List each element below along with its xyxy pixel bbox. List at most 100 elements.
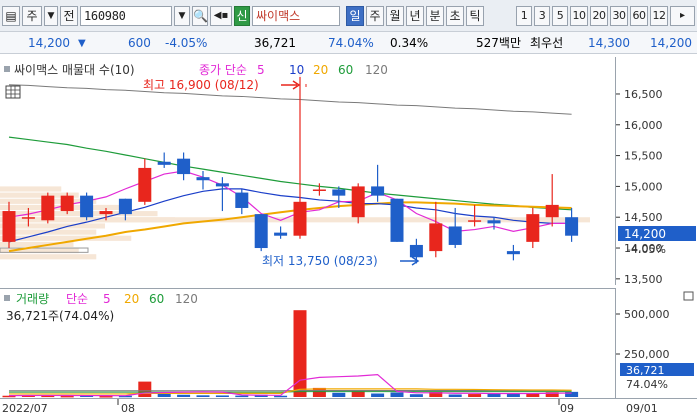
price-tick-label: 13,500: [624, 273, 663, 285]
trade-volume: 36,721: [254, 36, 296, 50]
volume-profile-bar: [0, 223, 105, 229]
candle-down: [235, 192, 249, 208]
chart-toolbar: ▤ 주 ▼ 전 160980 ▼ 🔍 ◀▪ 신 싸이맥스 일 주 월 년 분 초…: [0, 0, 697, 32]
high-price-annotation: 최고 16,900 (08/12): [143, 78, 259, 92]
interval-3-button[interactable]: 3: [534, 6, 550, 26]
current-volume-tag-label: 36,721: [626, 364, 665, 377]
volume-legend: 거래량 단순 5 20 60 120 36,721주(74.04%): [4, 292, 198, 323]
volume-legend-ma60: 60: [149, 292, 164, 306]
current-change-tag-label: -4.05%: [627, 243, 666, 256]
low-price-annotation: 최저 13,750 (08/23): [262, 254, 378, 268]
legend-ma20: 20: [313, 63, 328, 77]
volume-legend-ma-label: 단순: [66, 292, 88, 306]
chart-type-icon[interactable]: ▤: [2, 6, 20, 26]
credit-badge: 신: [234, 6, 250, 26]
candle-down: [80, 195, 94, 218]
candle-down: [196, 177, 210, 181]
volume-bar: [138, 381, 152, 397]
volume-bar: [235, 395, 249, 398]
turnover-ratio: 0.34%: [390, 36, 429, 50]
volume-chart[interactable]: 거래량 단순 5 20 60 120 36,721주(74.04%): [0, 289, 616, 398]
volume-chart-pane[interactable]: 거래량 단순 5 20 60 120 36,721주(74.04%): [0, 288, 616, 398]
more-intervals-icon[interactable]: ▸: [670, 6, 695, 26]
candle-up: [429, 223, 443, 252]
volume-profile-bar: [0, 254, 97, 260]
candle-down: [506, 251, 520, 255]
volume-legend-collapse-icon[interactable]: [4, 295, 10, 301]
volume-axis: 500,000 250,000 36,721 74.04%: [616, 288, 697, 398]
candle-down: [118, 198, 132, 215]
legend-ma10: 10: [289, 63, 304, 77]
price-tick-label: 15,000: [624, 180, 663, 193]
candle-up: [351, 186, 365, 218]
ma120-line: [8, 84, 572, 115]
price-tick-label: 15,500: [624, 150, 663, 163]
volume-bar: [274, 395, 288, 398]
interval-120-button[interactable]: 12: [650, 6, 668, 26]
time-label-2022-07: 2022/07: [2, 402, 48, 415]
price-axis: 16,500 16,000 15,500 15,000 14,500 14,000 13,5…: [616, 57, 697, 285]
interval-1-button[interactable]: 1: [516, 6, 532, 26]
candle-up: [545, 204, 559, 218]
quote-info-bar: 14,200 ▼ 600 -4.05% 36,721 74.04% 0.34% …: [0, 32, 697, 54]
stock-name-field: 싸이맥스: [252, 6, 340, 26]
candle-down: [409, 244, 423, 258]
market-selector[interactable]: 주: [22, 6, 42, 26]
volume-legend-ma20: 20: [124, 292, 139, 306]
candle-up: [2, 211, 16, 242]
candle-down: [254, 214, 268, 249]
volume-tick-500000: 500,000: [624, 308, 670, 321]
time-label-09-01: 09/01: [626, 402, 658, 415]
candle-up: [41, 195, 55, 221]
candle-up: [99, 211, 113, 215]
period-monthly-button[interactable]: 월: [386, 6, 404, 26]
period-tick-button[interactable]: 틱: [466, 6, 484, 26]
interval-20-button[interactable]: 20: [590, 6, 608, 26]
time-label-08: 08: [121, 402, 135, 415]
legend-ma5: 5: [257, 63, 265, 77]
candle-up: [138, 167, 152, 202]
period-minute-button[interactable]: 분: [426, 6, 444, 26]
price-legend: 싸이맥스 매물대 수(10) 종가 단순 5 10 20 60 120: [2, 61, 602, 99]
market-dropdown-icon[interactable]: ▼: [44, 6, 58, 26]
current-volume-text: 36,721주(74.04%): [6, 309, 114, 323]
low-arrow-icon: [400, 256, 420, 266]
candle-down: [177, 158, 191, 175]
stock-code-input[interactable]: 160980: [80, 6, 172, 26]
volume-bar: [177, 394, 191, 397]
prev-button[interactable]: 전: [60, 6, 78, 26]
high-arrow-icon: [281, 80, 301, 90]
interval-60-button[interactable]: 60: [630, 6, 648, 26]
volume-bar: [448, 394, 462, 397]
period-weekly-button[interactable]: 주: [366, 6, 384, 26]
stock-dropdown-icon[interactable]: ▼: [174, 6, 190, 26]
sound-icon[interactable]: ◀▪: [210, 6, 232, 26]
pane-maximize-icon[interactable]: [683, 291, 694, 301]
period-yearly-button[interactable]: 년: [406, 6, 424, 26]
interval-10-button[interactable]: 10: [570, 6, 588, 26]
legend-collapse-icon[interactable]: [4, 66, 10, 72]
price-chart-pane[interactable]: 최고 16,900 (08/12) 최저 13,750 (08/23) 싸이맥스…: [0, 57, 616, 285]
period-second-button[interactable]: 초: [446, 6, 464, 26]
volume-bar: [468, 394, 482, 397]
current-price: 14,200: [28, 36, 70, 50]
interval-30-button[interactable]: 30: [610, 6, 628, 26]
price-change: 600: [128, 36, 151, 50]
search-icon[interactable]: 🔍: [192, 6, 208, 26]
volume-profile-bar: [0, 186, 62, 192]
time-label-09: 09: [560, 402, 574, 415]
volume-profile-bar: [0, 235, 132, 241]
volume-bar: [487, 393, 501, 397]
grid-toggle-icon[interactable]: [5, 85, 21, 99]
period-daily-button[interactable]: 일: [346, 6, 364, 26]
volume-legend-ma5: 5: [103, 292, 111, 306]
interval-5-button[interactable]: 5: [552, 6, 568, 26]
candle-up: [60, 195, 74, 212]
price-legend-title: 싸이맥스 매물대 수(10): [14, 63, 135, 77]
price-change-pct: -4.05%: [165, 36, 208, 50]
price-chart[interactable]: 최고 16,900 (08/12) 최저 13,750 (08/23) 싸이맥스…: [0, 57, 616, 285]
price-tick-label: 16,000: [624, 119, 663, 132]
best-ask: 14,200: [650, 36, 692, 50]
volume-tick-250000: 250,000: [624, 348, 670, 361]
candle-down: [274, 232, 288, 236]
